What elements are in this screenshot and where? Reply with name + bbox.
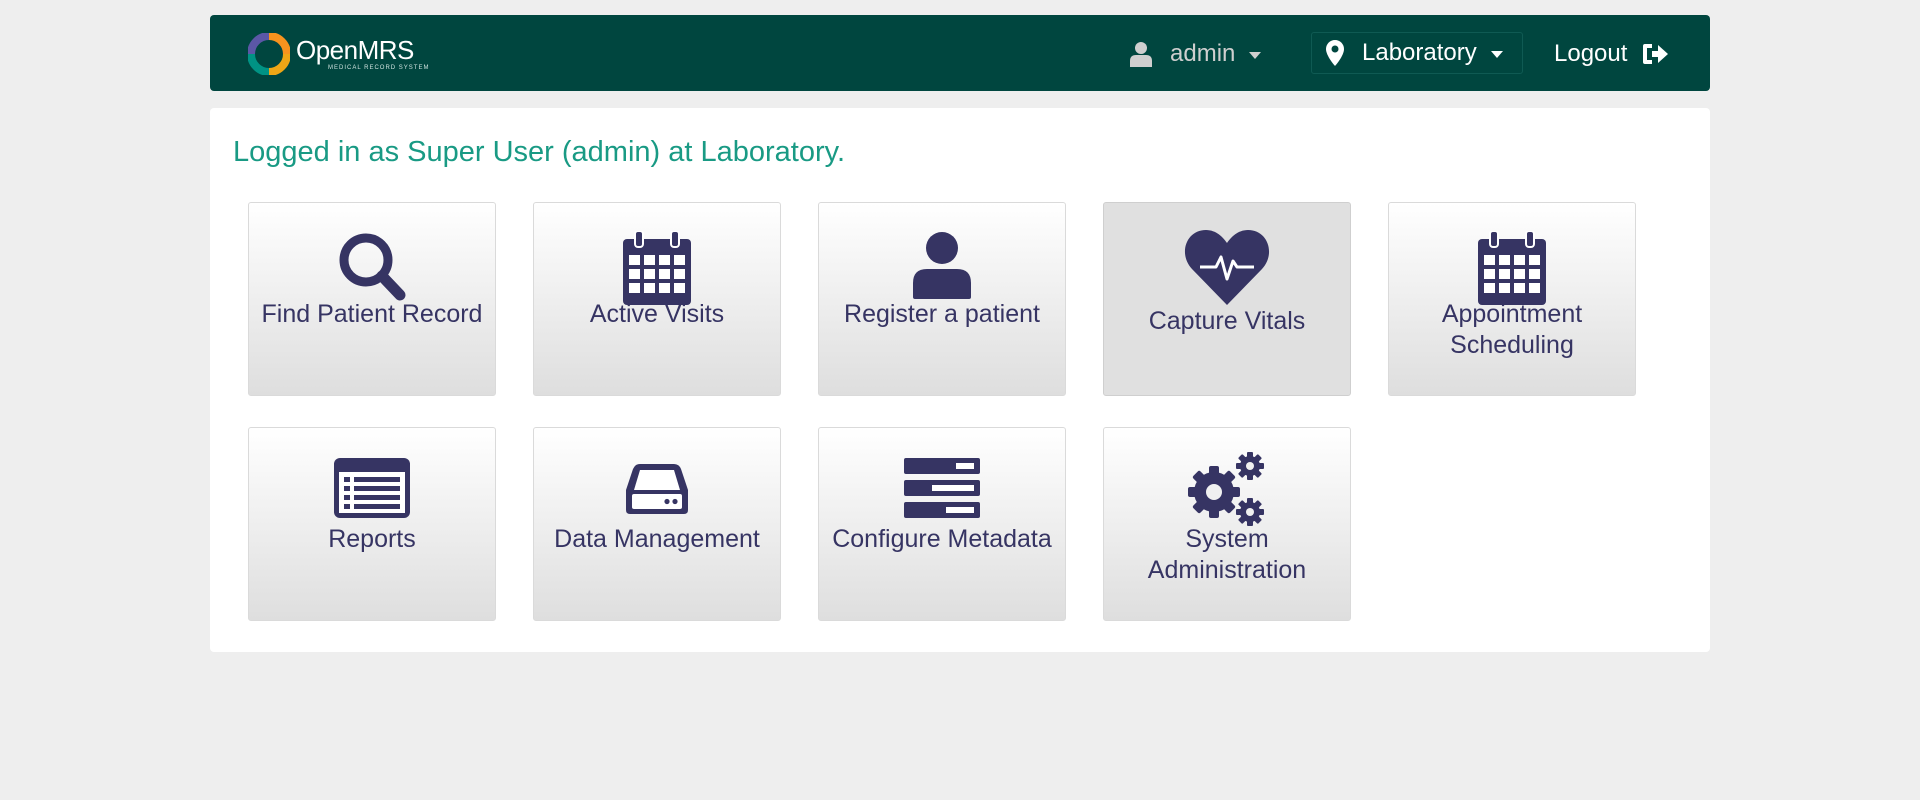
chevron-down-icon (1249, 52, 1262, 59)
tile-active-visits[interactable]: Active Visits (533, 202, 781, 396)
tile-system-administration[interactable]: System Administration (1103, 427, 1351, 621)
tile-appointment-scheduling[interactable]: Appointment Scheduling (1388, 202, 1636, 396)
welcome-message: Logged in as Super User (admin) at Labor… (233, 136, 846, 168)
location-selector[interactable]: Laboratory (1311, 32, 1523, 74)
hdd-icon (626, 464, 688, 514)
sign-out-icon (1643, 44, 1669, 64)
tile-label: Register a patient (844, 300, 1040, 328)
tile-label: System Administration (1147, 525, 1307, 584)
tile-label: Reports (328, 525, 416, 553)
map-marker-icon (1326, 40, 1344, 66)
tile-reports[interactable]: Reports (248, 427, 496, 621)
openmrs-logo[interactable]: OpenMRS MEDICAL RECORD SYSTEM (248, 33, 429, 75)
top-header: OpenMRS MEDICAL RECORD SYSTEM admin Labo… (210, 15, 1710, 91)
user-icon (1130, 42, 1152, 67)
location-label: Laboratory (1362, 39, 1477, 66)
tile-configure-metadata[interactable]: Configure Metadata (818, 427, 1066, 621)
logout-link[interactable]: Logout (1554, 37, 1669, 71)
tile-find-patient-record[interactable]: Find Patient Record (248, 202, 496, 396)
openmrs-logo-icon (248, 33, 290, 75)
list-alt-icon (334, 458, 410, 518)
cogs-icon (1188, 452, 1264, 526)
heartbeat-icon (1184, 230, 1270, 305)
calendar-icon (1478, 231, 1546, 305)
logout-label: Logout (1554, 40, 1628, 67)
user-menu-label: admin (1170, 40, 1236, 67)
calendar-icon (623, 231, 691, 305)
tile-label: Capture Vitals (1148, 307, 1306, 335)
brand-tagline: MEDICAL RECORD SYSTEM (328, 65, 430, 71)
user-menu[interactable]: admin (1130, 37, 1262, 71)
search-icon (339, 233, 406, 301)
tile-data-management[interactable]: Data Management (533, 427, 781, 621)
user-icon (913, 232, 971, 299)
tile-label: Appointment Scheduling (1441, 300, 1583, 359)
tile-label: Configure Metadata (832, 525, 1052, 553)
chevron-down-icon (1490, 51, 1503, 58)
tile-register-a-patient[interactable]: Register a patient (818, 202, 1066, 396)
tile-label: Data Management (554, 525, 760, 553)
brand-name: OpenMRS (296, 35, 414, 65)
tile-label: Active Visits (589, 300, 725, 328)
tile-capture-vitals[interactable]: Capture Vitals (1103, 202, 1351, 396)
tile-label: Find Patient Record (261, 300, 483, 328)
main-panel: Logged in as Super User (admin) at Labor… (210, 108, 1710, 652)
tasks-icon (904, 458, 980, 518)
